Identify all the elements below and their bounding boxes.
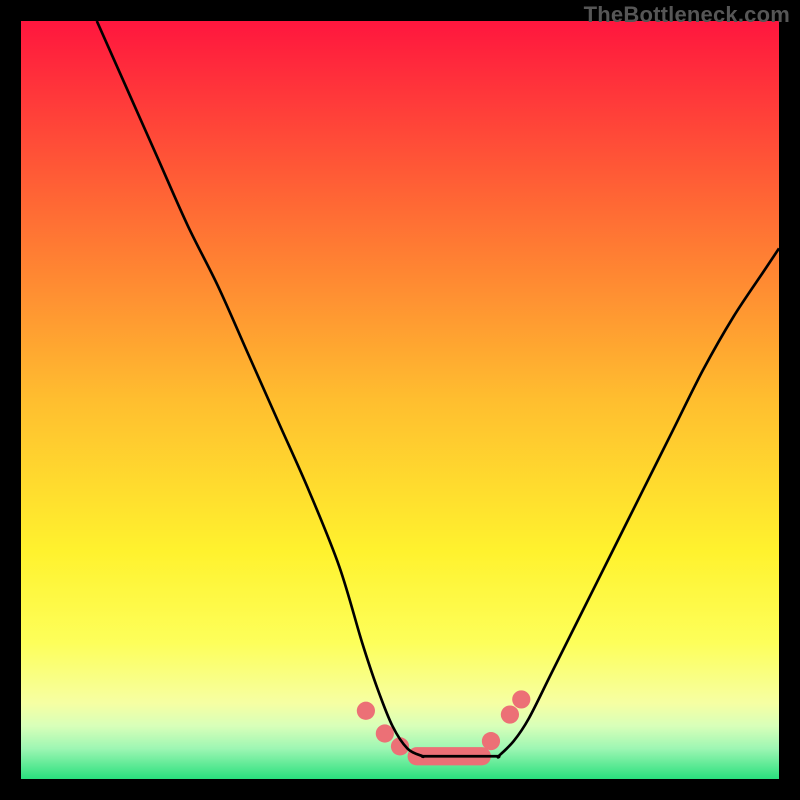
gradient-bg <box>21 21 779 779</box>
chart-frame: TheBottleneck.com <box>0 0 800 800</box>
bottleneck-chart <box>21 21 779 779</box>
